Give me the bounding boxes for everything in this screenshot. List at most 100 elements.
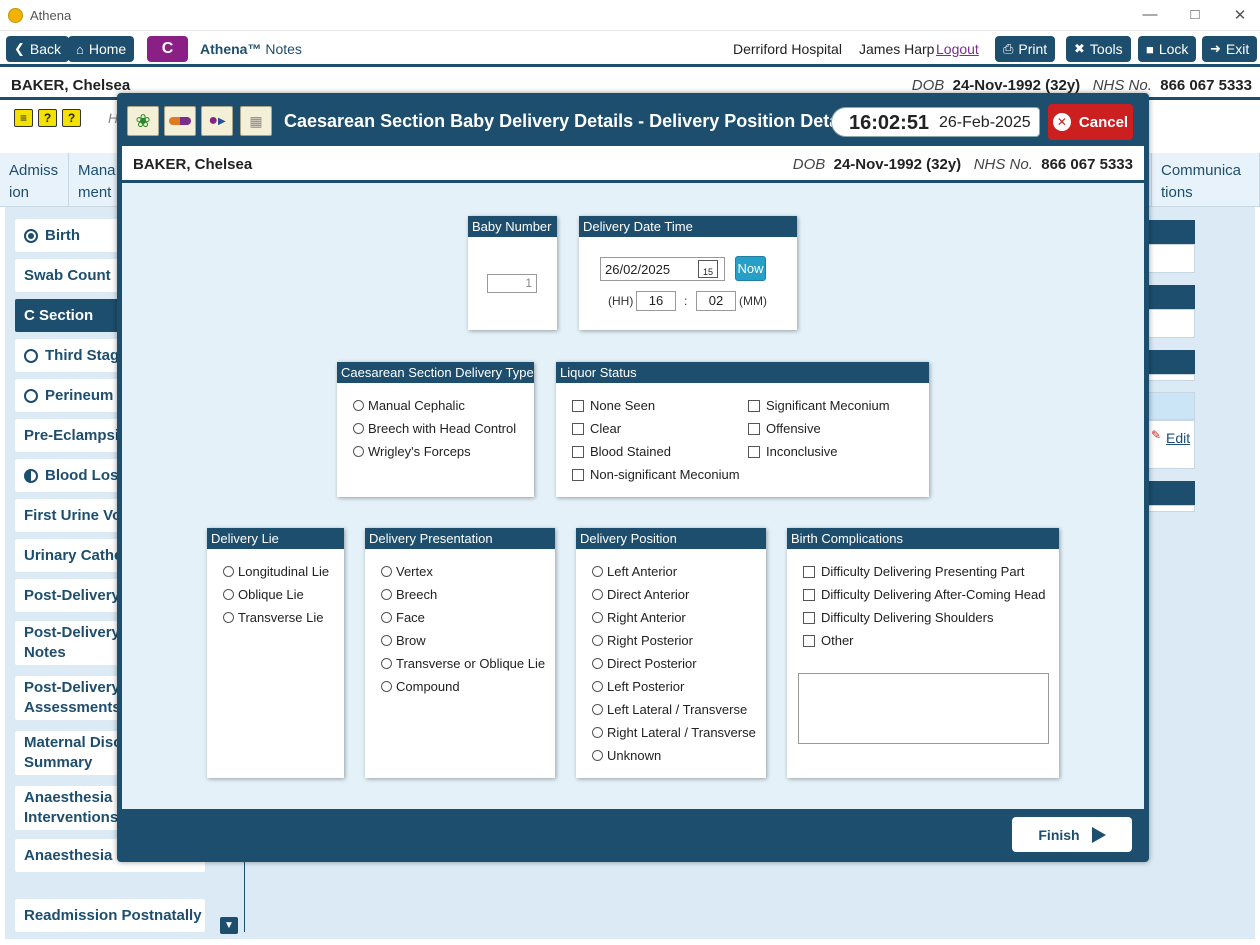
checkbox[interactable] bbox=[748, 445, 760, 458]
c-button[interactable]: C bbox=[147, 36, 188, 62]
radio-button[interactable] bbox=[353, 446, 364, 457]
maximize-icon[interactable]: □ bbox=[1185, 6, 1205, 23]
radio-button[interactable] bbox=[592, 727, 603, 738]
radio-transverse-lie[interactable]: Transverse Lie bbox=[223, 610, 324, 625]
radio-unknown[interactable]: Unknown bbox=[592, 748, 661, 763]
radio-button[interactable] bbox=[353, 400, 364, 411]
medication-icon[interactable] bbox=[164, 106, 196, 136]
radio-face[interactable]: Face bbox=[381, 610, 425, 625]
checkbox[interactable] bbox=[748, 399, 760, 412]
radio-right-posterior[interactable]: Right Posterior bbox=[592, 633, 693, 648]
radio-left-posterior[interactable]: Left Posterior bbox=[592, 679, 684, 694]
baby-icon[interactable]: ● ▶ bbox=[201, 106, 233, 136]
minimize-icon[interactable]: — bbox=[1140, 6, 1160, 23]
radio-button[interactable] bbox=[592, 704, 603, 715]
radio-button[interactable] bbox=[381, 635, 392, 646]
radio-direct-posterior[interactable]: Direct Posterior bbox=[592, 656, 697, 671]
home-button[interactable]: ⌂ Home bbox=[68, 36, 135, 62]
radio-button[interactable] bbox=[592, 589, 603, 600]
checkbox[interactable] bbox=[572, 399, 584, 412]
radio-wrigleys-forceps[interactable]: Wrigley's Forceps bbox=[353, 444, 471, 459]
check-difficulty-shoulders[interactable]: Difficulty Delivering Shoulders bbox=[803, 610, 993, 625]
radio-oblique-lie[interactable]: Oblique Lie bbox=[223, 587, 304, 602]
radio-button[interactable] bbox=[353, 423, 364, 434]
radio-button[interactable] bbox=[381, 589, 392, 600]
now-button[interactable]: Now bbox=[735, 256, 766, 281]
radio-button[interactable] bbox=[381, 658, 392, 669]
back-button[interactable]: ❮ Back bbox=[6, 36, 70, 62]
radio-left-lateral-transverse[interactable]: Left Lateral / Transverse bbox=[592, 702, 747, 717]
radio-button[interactable] bbox=[592, 750, 603, 761]
clover-icon[interactable]: ❀ bbox=[127, 106, 159, 136]
checkbox[interactable] bbox=[803, 634, 815, 647]
lock-button[interactable]: ■ Lock bbox=[1138, 36, 1197, 62]
radio-breech[interactable]: Breech bbox=[381, 587, 437, 602]
checkbox[interactable] bbox=[572, 445, 584, 458]
check-clear[interactable]: Clear bbox=[572, 421, 621, 436]
radio-right-lateral-transverse[interactable]: Right Lateral / Transverse bbox=[592, 725, 756, 740]
radio-compound[interactable]: Compound bbox=[381, 679, 460, 694]
radio-button[interactable] bbox=[223, 566, 234, 577]
clock-display: 16:02:51 26-Feb-2025 bbox=[831, 107, 1040, 137]
alert-icon-1[interactable]: ≡ bbox=[14, 109, 33, 127]
baby-number-input[interactable]: 1 bbox=[487, 274, 537, 293]
checkbox[interactable] bbox=[748, 422, 760, 435]
radio-button[interactable] bbox=[381, 612, 392, 623]
checkbox[interactable] bbox=[572, 468, 584, 481]
radio-transverse-oblique[interactable]: Transverse or Oblique Lie bbox=[381, 656, 545, 671]
radio-button[interactable] bbox=[223, 589, 234, 600]
check-inconclusive[interactable]: Inconclusive bbox=[748, 444, 838, 459]
check-significant-meconium[interactable]: Significant Meconium bbox=[748, 398, 890, 413]
radio-brow[interactable]: Brow bbox=[381, 633, 426, 648]
delivery-presentation-panel: Delivery Presentation Vertex Breech Face… bbox=[365, 528, 555, 778]
finish-button[interactable]: Finish bbox=[1012, 817, 1132, 852]
radio-direct-anterior[interactable]: Direct Anterior bbox=[592, 587, 689, 602]
checkbox[interactable] bbox=[803, 565, 815, 578]
tab-communications[interactable]: Communica tions bbox=[1151, 153, 1260, 207]
radio-breech-head-control[interactable]: Breech with Head Control bbox=[353, 421, 516, 436]
edit-link[interactable]: Edit bbox=[1166, 430, 1190, 446]
option-label: Direct Posterior bbox=[607, 656, 697, 671]
radio-button[interactable] bbox=[592, 612, 603, 623]
help-icon-2[interactable]: ? bbox=[62, 109, 81, 127]
sidebar-item-readmission[interactable]: Readmission Postnatally bbox=[15, 899, 205, 932]
checkbox[interactable] bbox=[803, 588, 815, 601]
check-difficulty-after-coming-head[interactable]: Difficulty Delivering After-Coming Head bbox=[803, 587, 1045, 602]
right-panel-header-4 bbox=[1148, 481, 1195, 505]
complications-notes-textarea[interactable] bbox=[798, 673, 1049, 744]
check-offensive[interactable]: Offensive bbox=[748, 421, 821, 436]
calendar-icon[interactable]: 15 bbox=[698, 260, 718, 278]
close-window-icon[interactable]: ✕ bbox=[1230, 6, 1250, 24]
tools-button[interactable]: ✖ Tools bbox=[1066, 36, 1131, 62]
radio-button[interactable] bbox=[592, 658, 603, 669]
notes-icon[interactable]: ▦ bbox=[240, 106, 272, 136]
help-icon-1[interactable]: ? bbox=[38, 109, 57, 127]
check-none-seen[interactable]: None Seen bbox=[572, 398, 655, 413]
minute-input[interactable]: 02 bbox=[696, 291, 736, 311]
check-difficulty-presenting-part[interactable]: Difficulty Delivering Presenting Part bbox=[803, 564, 1025, 579]
radio-button[interactable] bbox=[223, 612, 234, 623]
cancel-button[interactable]: ✕ Cancel bbox=[1048, 104, 1133, 140]
logout-link[interactable]: Logout bbox=[936, 41, 979, 57]
radio-manual-cephalic[interactable]: Manual Cephalic bbox=[353, 398, 465, 413]
radio-button[interactable] bbox=[381, 566, 392, 577]
radio-button[interactable] bbox=[592, 566, 603, 577]
exit-button[interactable]: ➜ Exit bbox=[1202, 36, 1258, 62]
checkbox[interactable] bbox=[803, 611, 815, 624]
radio-button[interactable] bbox=[592, 681, 603, 692]
check-non-significant-meconium[interactable]: Non-significant Meconium bbox=[572, 467, 740, 482]
radio-left-anterior[interactable]: Left Anterior bbox=[592, 564, 677, 579]
radio-longitudinal-lie[interactable]: Longitudinal Lie bbox=[223, 564, 329, 579]
hour-input[interactable]: 16 bbox=[636, 291, 676, 311]
scroll-down-icon[interactable]: ▼ bbox=[220, 917, 238, 934]
radio-button[interactable] bbox=[381, 681, 392, 692]
tab-admission[interactable]: Admiss ion bbox=[0, 153, 69, 207]
radio-button[interactable] bbox=[592, 635, 603, 646]
radio-right-anterior[interactable]: Right Anterior bbox=[592, 610, 686, 625]
checkbox[interactable] bbox=[572, 422, 584, 435]
print-button[interactable]: ⎙ Print bbox=[995, 36, 1056, 62]
cs-delivery-type-panel: Caesarean Section Delivery Type Manual C… bbox=[337, 362, 534, 497]
check-blood-stained[interactable]: Blood Stained bbox=[572, 444, 671, 459]
radio-vertex[interactable]: Vertex bbox=[381, 564, 433, 579]
check-other[interactable]: Other bbox=[803, 633, 854, 648]
